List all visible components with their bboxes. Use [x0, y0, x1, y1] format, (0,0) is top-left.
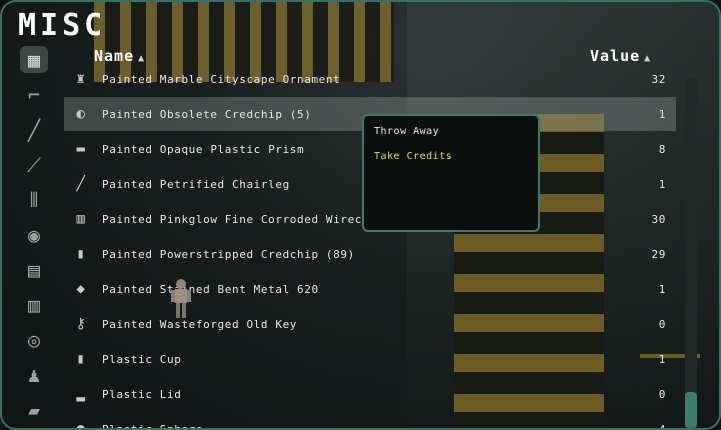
disc-icon[interactable]: ◎	[20, 327, 48, 354]
prism-icon: ▬	[76, 141, 86, 157]
bandage-icon[interactable]: ▰	[20, 397, 48, 424]
item-value: 8	[658, 142, 666, 156]
sort-up-icon: ▲	[138, 53, 146, 64]
item-value: 1	[658, 352, 666, 366]
column-header-name[interactable]: Name ▲	[94, 47, 145, 65]
misc-bag-icon[interactable]: ▦	[20, 46, 48, 74]
credchip-icon: ▮	[76, 246, 86, 262]
list-item[interactable]: ⚷ Painted Wasteforged Old Key 0	[64, 307, 676, 341]
column-header-value-label: Value	[590, 47, 641, 65]
window-title: MISC	[18, 8, 107, 43]
item-name: Plastic Lid	[102, 387, 182, 401]
player-character	[171, 279, 191, 318]
scrollbar-thumb[interactable]	[685, 392, 697, 428]
sort-up-icon: ▲	[644, 53, 652, 64]
key-icon: ⚷	[75, 316, 87, 332]
throw-away-option[interactable]: Throw Away	[374, 126, 528, 137]
item-value: 1	[658, 282, 666, 296]
item-value: 4	[658, 422, 666, 430]
item-name: Plastic Sphere	[102, 422, 204, 430]
item-value: 0	[658, 317, 666, 331]
chairleg-icon: ╱	[76, 176, 86, 192]
inventory-window: MISC ▦ ⌐ ╱ ⟋ ⫴ ◉ ▤ ▥ ◎ ♟ ▰ Name ▲ Value ▲ ♜ Painted M…	[0, 0, 721, 430]
item-value: 30	[651, 212, 666, 226]
ammo-icon[interactable]: ⫴	[20, 186, 48, 213]
book-icon[interactable]: ▥	[20, 292, 48, 319]
ornament-icon: ♜	[76, 71, 86, 87]
item-value: 1	[658, 107, 666, 121]
gamepad-icon[interactable]: ◉	[20, 221, 48, 248]
item-name: Painted Powerstripped Credchip (89)	[102, 247, 355, 261]
cup-icon: ▮	[76, 351, 86, 367]
column-header-value[interactable]: Value ▲	[590, 47, 651, 65]
rifle-icon[interactable]: ⟋	[20, 151, 48, 178]
lid-icon: ▂	[76, 386, 86, 402]
wirecloth-icon: ▥	[76, 211, 86, 227]
sphere-icon: ●	[76, 421, 86, 430]
list-item[interactable]: ▂ Plastic Lid 0	[64, 377, 676, 411]
item-name: Painted Marble Cityscape Ornament	[102, 72, 341, 86]
item-name: Plastic Cup	[102, 352, 182, 366]
list-scrollbar[interactable]	[685, 78, 697, 428]
item-value: 0	[658, 387, 666, 401]
column-header-name-label: Name	[94, 47, 135, 65]
list-item[interactable]: ▮ Plastic Cup 1	[64, 342, 676, 376]
item-value: 1	[658, 177, 666, 191]
item-value: 29	[651, 247, 666, 261]
list-item[interactable]: ◆ Painted Stained Bent Metal 620 1	[64, 272, 676, 306]
take-credits-option[interactable]: Take Credits	[374, 151, 528, 162]
context-menu: Throw Away Take Credits	[362, 114, 540, 232]
credchip-icon: ◐	[76, 106, 86, 122]
category-sidebar: ▦ ⌐ ╱ ⟋ ⫴ ◉ ▤ ▥ ◎ ♟ ▰	[16, 46, 52, 428]
pistol-icon[interactable]: ⌐	[20, 81, 48, 108]
map-icon[interactable]: ▤	[20, 257, 48, 284]
shirt-icon[interactable]: ♟	[20, 362, 48, 389]
list-item[interactable]: ● Plastic Sphere 4	[64, 412, 676, 430]
item-value: 32	[651, 72, 666, 86]
metal-icon: ◆	[76, 281, 86, 297]
blade-icon[interactable]: ╱	[20, 116, 48, 143]
list-item[interactable]: ♜ Painted Marble Cityscape Ornament 32	[64, 66, 676, 96]
list-item[interactable]: ▮ Painted Powerstripped Credchip (89) 29	[64, 237, 676, 271]
